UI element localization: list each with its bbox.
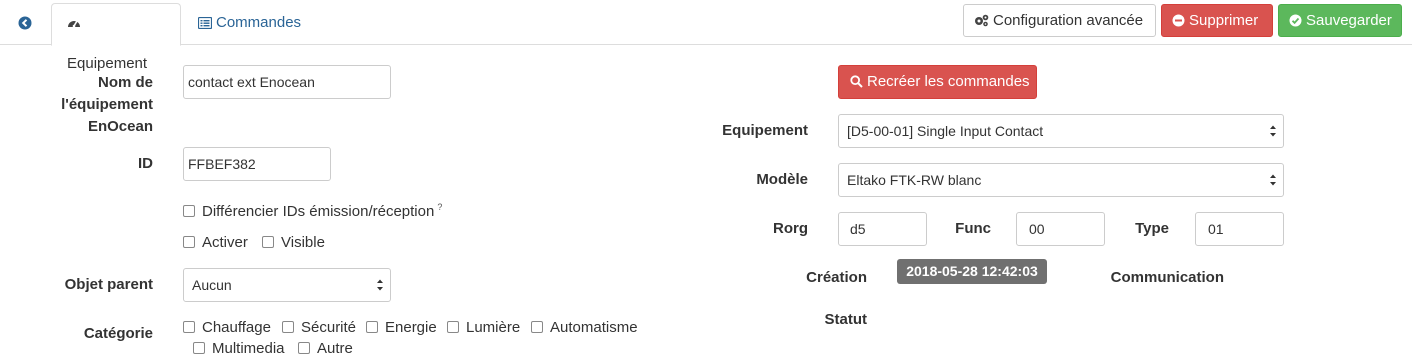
- diff-ids-label: Différencier IDs émission/réception: [202, 203, 435, 220]
- cat-automatisme-box[interactable]: [531, 321, 543, 333]
- cat-lumiere[interactable]: Lumière: [447, 318, 520, 338]
- cat-securite-label: Sécurité: [301, 319, 357, 336]
- cat-energie[interactable]: Energie: [366, 318, 437, 338]
- id-input[interactable]: FFBEF382: [183, 147, 331, 181]
- diff-ids-checkbox[interactable]: Différencier IDs émission/réception?: [183, 197, 442, 222]
- select-arrows-icon: [377, 279, 383, 291]
- activer-checkbox[interactable]: Activer: [183, 233, 248, 253]
- cogs-icon: [975, 14, 989, 27]
- name-label: Nom de l'équipement EnOcean: [40, 72, 153, 138]
- advanced-config-button[interactable]: Configuration avancée: [963, 4, 1156, 37]
- equipement-label: Equipement: [722, 122, 808, 139]
- cat-multimedia-label: Multimedia: [212, 340, 285, 357]
- cat-securite-box[interactable]: [282, 321, 294, 333]
- advanced-config-label: Configuration avancée: [993, 12, 1144, 29]
- modele-select-value: Eltako FTK-RW blanc: [847, 172, 982, 188]
- name-label-line3: EnOcean: [87, 118, 153, 135]
- tab-bar: Equipement Commandes Configuration avanc…: [0, 0, 1412, 72]
- circle-arrow-left-icon: [18, 16, 32, 30]
- func-label: Func: [955, 220, 991, 237]
- activer-label: Activer: [202, 234, 248, 251]
- cat-lumiere-label: Lumière: [466, 319, 521, 336]
- recreate-commands-label: Recréer les commandes: [867, 73, 1030, 90]
- tab-commandes-label: Commandes: [216, 14, 302, 31]
- parent-label: Objet parent: [64, 276, 153, 293]
- cat-multimedia[interactable]: Multimedia: [193, 339, 285, 359]
- search-icon: [850, 75, 863, 88]
- parent-select[interactable]: Aucun: [183, 268, 391, 302]
- parent-select-value: Aucun: [192, 277, 232, 293]
- cat-autre-box[interactable]: [298, 342, 310, 354]
- diff-ids-box[interactable]: [183, 205, 195, 217]
- statut-label: Statut: [824, 311, 868, 328]
- tab-commandes[interactable]: Commandes: [183, 3, 316, 45]
- rorg-label: Rorg: [773, 220, 808, 237]
- activer-box[interactable]: [183, 236, 195, 248]
- name-label-line1: Nom de: [97, 74, 153, 91]
- modele-label: Modèle: [756, 171, 808, 188]
- delete-label: Supprimer: [1189, 12, 1259, 29]
- cat-chauffage[interactable]: Chauffage: [183, 318, 271, 338]
- type-input[interactable]: 01: [1195, 212, 1284, 246]
- select-arrows-icon: [1270, 174, 1276, 186]
- name-input[interactable]: contact ext Enocean: [183, 65, 391, 99]
- question-circle-icon[interactable]: ?: [437, 202, 442, 212]
- cat-securite[interactable]: Sécurité: [282, 318, 356, 338]
- cat-chauffage-box[interactable]: [183, 321, 195, 333]
- tab-equipement[interactable]: Equipement: [51, 3, 181, 72]
- save-button[interactable]: Sauvegarder: [1278, 4, 1402, 37]
- communication-label: Communication: [1110, 269, 1224, 286]
- tab-equipement-label: Equipement: [67, 55, 148, 72]
- cat-chauffage-label: Chauffage: [202, 319, 271, 336]
- visible-box[interactable]: [262, 236, 274, 248]
- cat-multimedia-box[interactable]: [193, 342, 205, 354]
- list-alt-icon: [197, 16, 213, 30]
- cat-autre-label: Autre: [317, 340, 353, 357]
- equipement-select[interactable]: [D5-00-01] Single Input Contact: [838, 114, 1284, 148]
- name-label-line2: l'équipement: [61, 96, 153, 113]
- cat-lumiere-box[interactable]: [447, 321, 459, 333]
- func-input[interactable]: 00: [1016, 212, 1105, 246]
- creation-date-tooltip: 2018-05-28 12:42:03: [897, 259, 1047, 284]
- delete-button[interactable]: Supprimer: [1161, 4, 1273, 37]
- creation-label: Création: [806, 269, 867, 286]
- equipement-select-value: [D5-00-01] Single Input Contact: [847, 123, 1044, 139]
- cat-energie-label: Energie: [385, 319, 437, 336]
- rorg-input[interactable]: d5: [838, 212, 927, 246]
- visible-label: Visible: [281, 234, 325, 251]
- cat-energie-box[interactable]: [366, 321, 378, 333]
- id-label: ID: [138, 155, 153, 172]
- cat-autre[interactable]: Autre: [298, 339, 353, 359]
- categorie-label: Catégorie: [83, 325, 153, 342]
- modele-select[interactable]: Eltako FTK-RW blanc: [838, 163, 1284, 197]
- cat-automatisme[interactable]: Automatisme: [531, 318, 638, 338]
- type-label: Type: [1135, 220, 1169, 237]
- check-circle-icon: [1289, 14, 1302, 27]
- minus-circle-icon: [1172, 14, 1185, 27]
- select-arrows-icon: [1270, 125, 1276, 137]
- cat-automatisme-label: Automatisme: [550, 319, 638, 336]
- save-label: Sauvegarder: [1306, 12, 1392, 29]
- back-button[interactable]: [14, 12, 36, 34]
- dashboard-icon: [68, 20, 80, 28]
- recreate-commands-button[interactable]: Recréer les commandes: [838, 65, 1037, 99]
- visible-checkbox[interactable]: Visible: [262, 233, 325, 253]
